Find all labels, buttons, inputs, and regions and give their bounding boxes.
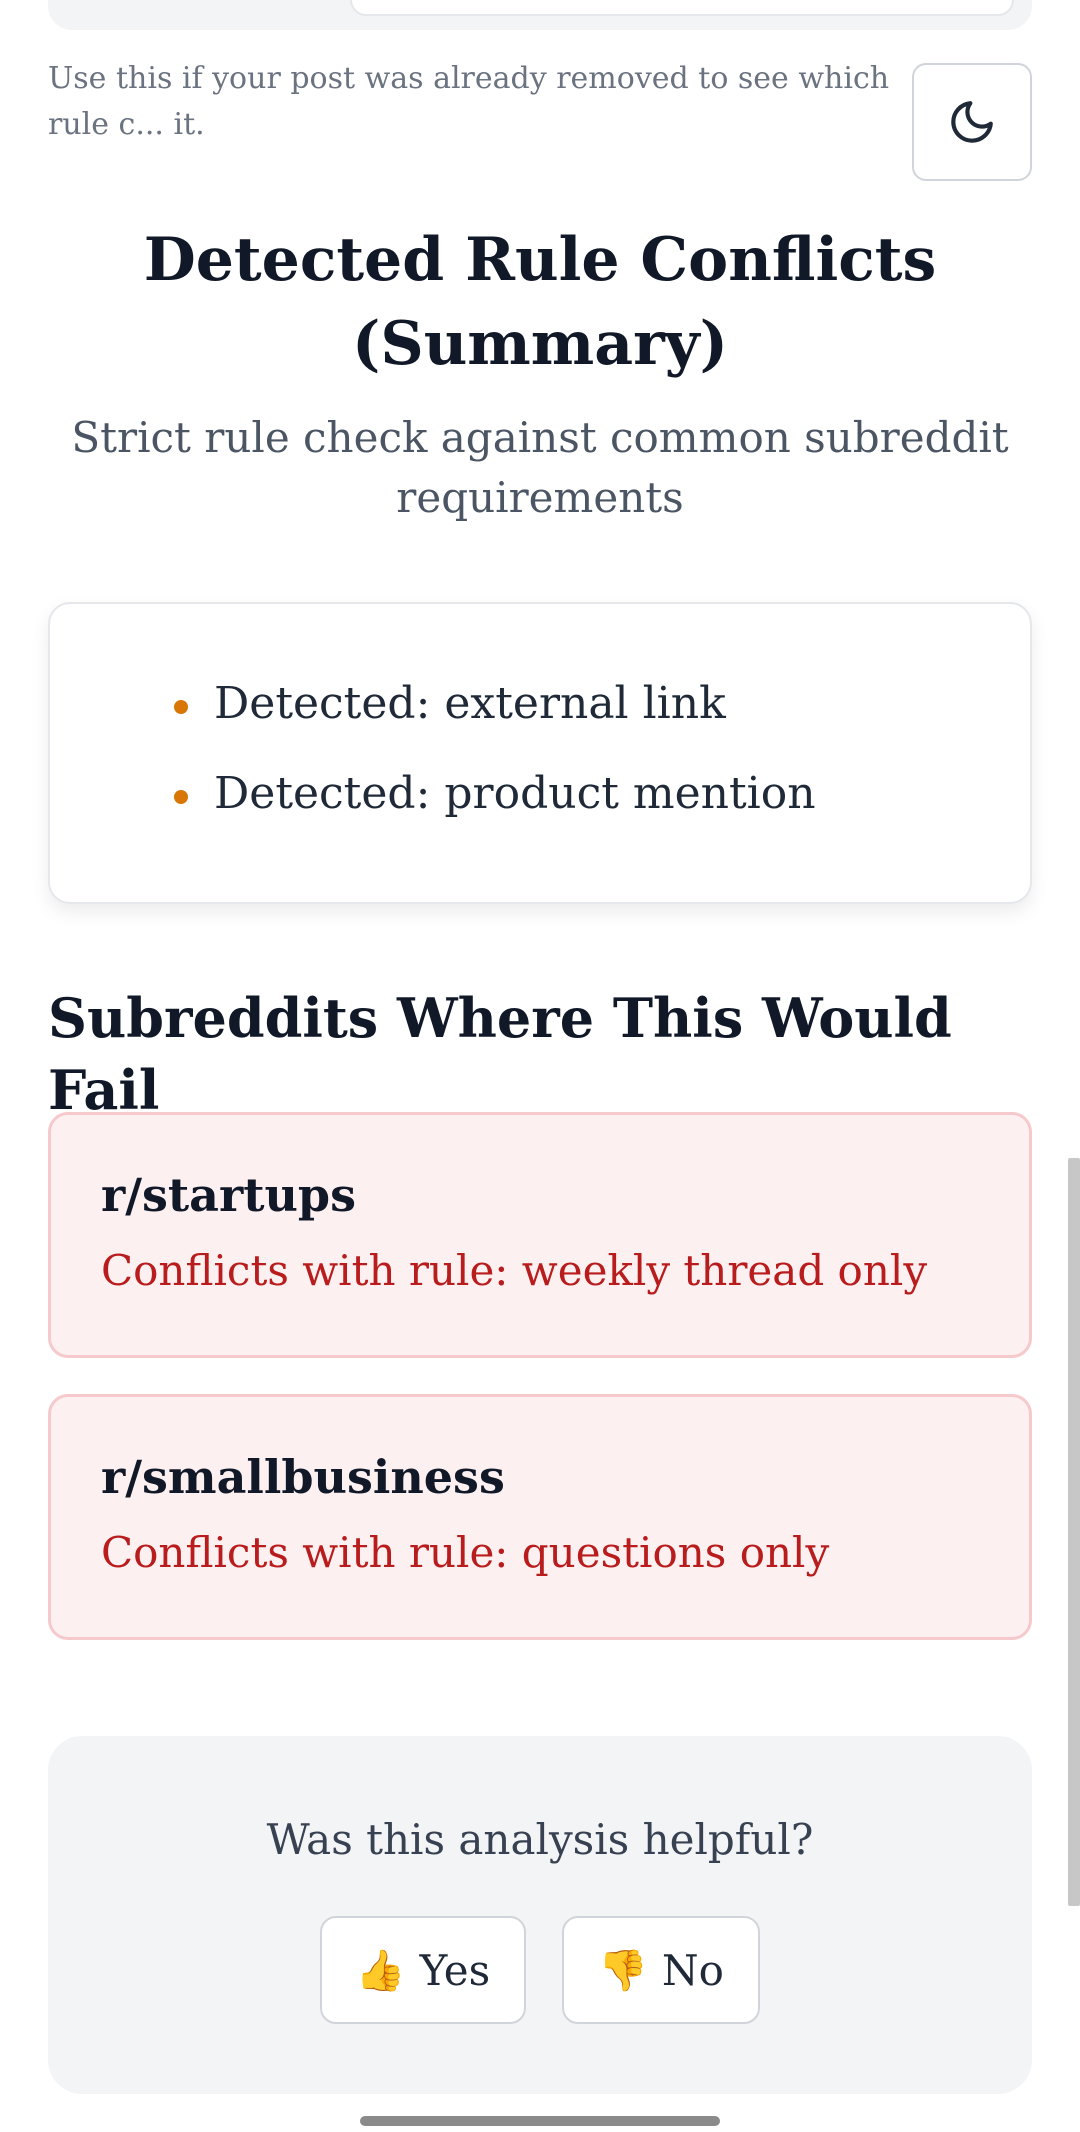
subreddit-name: r/smallbusiness bbox=[101, 1450, 505, 1504]
detections-list: Detected: external link Detected: produc… bbox=[120, 676, 1030, 822]
feedback-no-label: No bbox=[661, 1945, 724, 1995]
bullet-icon bbox=[174, 700, 188, 714]
detections-card: Detected: external link Detected: produc… bbox=[48, 602, 1032, 904]
page: Use this if your post was already remove… bbox=[0, 0, 1080, 2132]
feedback-question: Was this analysis helpful? bbox=[266, 1815, 814, 1864]
detection-text: Detected: external link bbox=[214, 678, 726, 729]
moon-icon bbox=[951, 101, 993, 143]
feedback-panel: Was this analysis helpful? 👍 Yes 👎 No bbox=[48, 1736, 1032, 2094]
scrollbar[interactable] bbox=[1068, 1158, 1080, 1906]
thumbs-up-icon: 👍 bbox=[355, 1947, 406, 1994]
home-indicator[interactable] bbox=[360, 2116, 720, 2126]
previous-input-edge bbox=[350, 0, 1014, 16]
summary-title: Detected Rule Conflicts (Summary) bbox=[143, 225, 937, 379]
conflict-rule: Conflicts with rule: weekly thread only bbox=[101, 1246, 928, 1295]
removed-post-hint: Use this if your post was already remove… bbox=[48, 61, 890, 142]
bullet-icon bbox=[174, 790, 188, 804]
theme-toggle-button[interactable] bbox=[912, 63, 1032, 181]
feedback-no-button[interactable]: 👎 No bbox=[562, 1916, 760, 2024]
feedback-yes-button[interactable]: 👍 Yes bbox=[320, 1916, 526, 2024]
thumbs-down-icon: 👎 bbox=[598, 1947, 648, 1994]
conflict-card-startups: r/startups Conflicts with rule: weekly t… bbox=[48, 1112, 1032, 1358]
summary-subtitle: Strict rule check against common subredd… bbox=[71, 413, 1009, 522]
fail-section-heading: Subreddits Where This Would Fail bbox=[48, 986, 952, 1122]
feedback-yes-label: Yes bbox=[419, 1945, 491, 1995]
detection-item: Detected: external link bbox=[120, 676, 1030, 732]
conflict-card-smallbusiness: r/smallbusiness Conflicts with rule: que… bbox=[48, 1394, 1032, 1640]
detection-item: Detected: product mention bbox=[120, 766, 1030, 822]
detection-text: Detected: product mention bbox=[214, 768, 816, 819]
subreddit-name: r/startups bbox=[101, 1168, 356, 1222]
conflict-rule: Conflicts with rule: questions only bbox=[101, 1528, 830, 1577]
